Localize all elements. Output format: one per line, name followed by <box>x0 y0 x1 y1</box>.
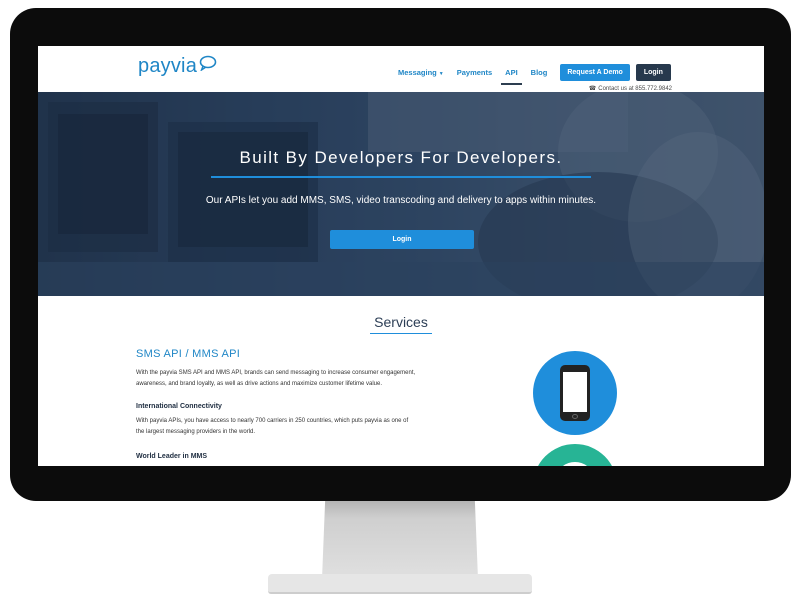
services-title: Services <box>374 314 428 330</box>
hero-overlay <box>38 92 764 296</box>
intl-connectivity-heading: International Connectivity <box>136 403 222 410</box>
monitor-stand-neck <box>322 501 478 579</box>
contact-info[interactable]: ☎ Contact us at 855.772.9842 <box>588 85 672 93</box>
smartphone-icon <box>533 351 617 435</box>
logo-text: payvia <box>138 54 198 77</box>
sms-api-heading: SMS API / MMS API <box>136 348 241 360</box>
caret-down-icon: ▼ <box>438 70 444 77</box>
hero-subtitle: Our APIs let you add MMS, SMS, video tra… <box>205 195 597 206</box>
browser-viewport: payvia Messaging ▼ Payments API Blog Requ… <box>38 46 764 466</box>
sms-api-paragraph: With the payvia SMS API and MMS API, bra… <box>136 368 451 390</box>
smartphone-body <box>560 365 590 421</box>
site-header: payvia Messaging ▼ Payments API Blog Requ… <box>38 46 764 92</box>
hero-divider <box>211 176 591 178</box>
intl-text-line: With payvia APIs, you have access to nea… <box>136 418 409 424</box>
monitor-frame: payvia Messaging ▼ Payments API Blog Requ… <box>10 8 791 501</box>
nav-item-label: Messaging <box>398 67 437 77</box>
chat-bubble-icon <box>199 55 217 71</box>
sms-text-line: awareness, and brand loyalty, as well as… <box>136 381 382 387</box>
phone-icon: ☎ <box>588 86 597 92</box>
ring-icon <box>555 462 595 466</box>
sms-text-line: With the payvia SMS API and MMS API, bra… <box>136 370 416 376</box>
nav-item-payments[interactable]: Payments <box>457 65 492 80</box>
header-login-button[interactable]: Login <box>635 63 671 81</box>
intl-text-line: the largest messaging providers in the w… <box>136 429 256 435</box>
main-nav: Messaging ▼ Payments API Blog Request A D… <box>398 62 671 85</box>
contact-text: Contact us at 855.772.9842 <box>598 85 672 92</box>
hero-login-button[interactable]: Login <box>330 230 474 249</box>
request-demo-button[interactable]: Request A Demo <box>560 63 630 81</box>
smartphone-home-button <box>572 414 578 419</box>
services-divider <box>370 333 432 334</box>
nav-item-messaging[interactable]: Messaging ▼ <box>398 65 444 80</box>
intl-connectivity-paragraph: With payvia APIs, you have access to nea… <box>136 416 451 438</box>
monitor-stand-base <box>268 574 532 594</box>
smartphone-screen <box>563 372 587 412</box>
service-icon-teal <box>533 444 617 466</box>
hero-title: Built By Developers For Developers. <box>239 148 563 167</box>
nav-item-api[interactable]: API <box>501 65 522 85</box>
hero-banner: Built By Developers For Developers. Our … <box>38 92 764 296</box>
logo[interactable]: payvia <box>138 54 217 78</box>
nav-item-blog[interactable]: Blog <box>531 65 548 80</box>
mms-leader-heading: World Leader in MMS <box>136 453 208 460</box>
